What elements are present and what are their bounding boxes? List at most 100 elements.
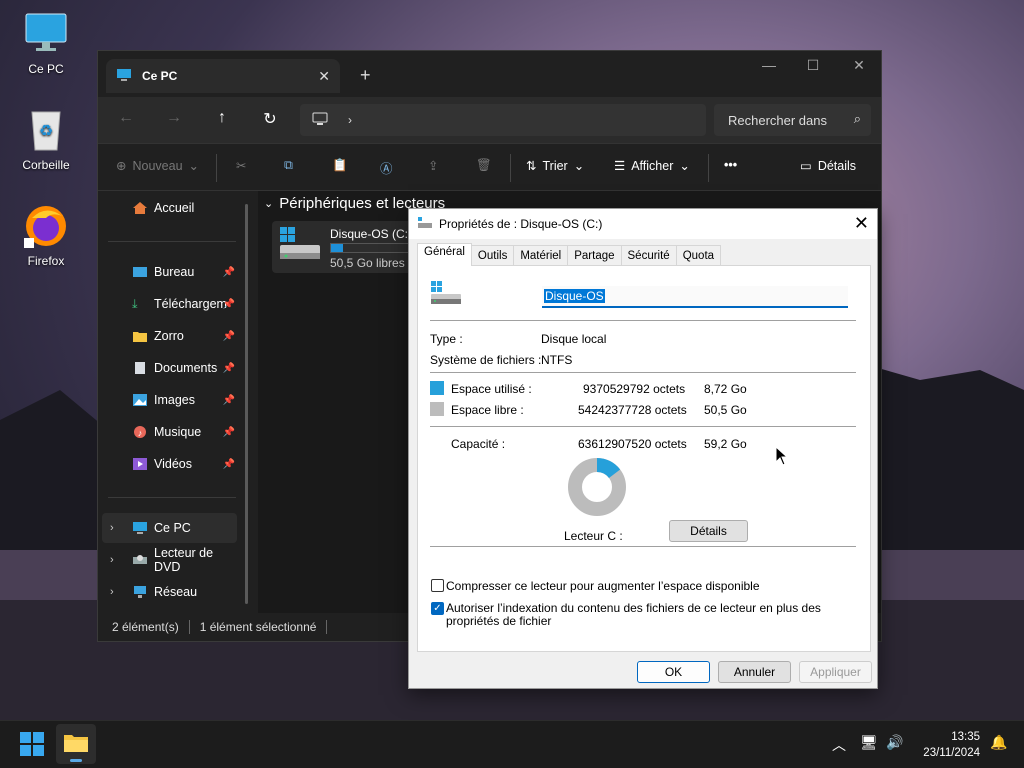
- desktop-icon-this-pc[interactable]: Ce PC: [6, 10, 86, 76]
- disk-usage-donut: [568, 458, 626, 516]
- sidebar-item-label: Lecteur de DVD: [154, 546, 214, 574]
- tab-this-pc[interactable]: Ce PC ✕: [106, 59, 340, 93]
- new-tab-button[interactable]: +: [360, 65, 371, 86]
- minimize-button[interactable]: —: [746, 57, 792, 73]
- sidebar-item-videos[interactable]: Vidéos 📌: [102, 449, 237, 479]
- hard-drive-icon: [417, 216, 433, 233]
- forward-button[interactable]: →: [160, 109, 188, 133]
- free-space-bytes: 54242377728 octets: [578, 403, 687, 417]
- desktop-icon-recycle-bin[interactable]: ♻ Corbeille: [6, 106, 86, 172]
- tab-quota[interactable]: Quota: [675, 245, 722, 266]
- title-bar: Ce PC ✕ + — ☐ ✕: [98, 51, 881, 97]
- drive-name: Disque-OS (C:): [330, 227, 413, 241]
- indexing-checkbox[interactable]: ✓: [431, 602, 444, 615]
- compress-checkbox[interactable]: [431, 579, 444, 592]
- chevron-right-icon[interactable]: ›: [110, 522, 114, 534]
- tab-tools[interactable]: Outils: [470, 245, 515, 266]
- pin-icon[interactable]: 📌: [223, 459, 235, 470]
- clock[interactable]: 13:35 23/11/2024: [923, 729, 980, 761]
- sidebar-item-this-pc[interactable]: › Ce PC: [102, 513, 237, 543]
- pin-icon[interactable]: 📌: [223, 363, 235, 374]
- apply-button[interactable]: Appliquer: [799, 661, 872, 683]
- drive-name-input[interactable]: Disque-OS: [542, 286, 848, 308]
- cancel-button[interactable]: Annuler: [718, 661, 791, 683]
- sidebar-item-network[interactable]: › Réseau: [102, 577, 237, 607]
- drive-tile-c[interactable]: Disque-OS (C:) 50,5 Go libres s: [272, 221, 414, 273]
- back-button[interactable]: ←: [112, 109, 140, 133]
- new-button[interactable]: ⊕ Nouveau ⌄: [116, 158, 199, 174]
- divider: [108, 241, 236, 242]
- volume-icon[interactable]: 🔊: [886, 734, 903, 751]
- more-options-button[interactable]: •••: [724, 158, 737, 172]
- rename-button[interactable]: Ⓐ: [380, 158, 393, 177]
- details-pane-button[interactable]: ▭ Détails: [800, 158, 857, 174]
- search-placeholder: Rechercher dans: [728, 112, 827, 128]
- details-pane-icon: ▭: [800, 159, 812, 173]
- sidebar-item-music[interactable]: ♪ Musique 📌: [102, 417, 237, 447]
- capacity-size: 59,2 Go: [704, 437, 747, 451]
- close-tab-icon[interactable]: ✕: [318, 68, 330, 85]
- used-space-label: Espace utilisé :: [451, 382, 532, 396]
- address-bar[interactable]: ›: [300, 104, 706, 136]
- cut-button[interactable]: ✂: [236, 158, 246, 173]
- chevron-right-icon[interactable]: ›: [348, 113, 352, 127]
- sidebar-item-zorro[interactable]: Zorro 📌: [102, 321, 237, 351]
- sidebar-item-dvd[interactable]: › Lecteur de DVD: [102, 545, 237, 575]
- chevron-right-icon[interactable]: ›: [110, 586, 114, 598]
- details-button[interactable]: Détails: [669, 520, 748, 542]
- pin-icon[interactable]: 📌: [223, 267, 235, 278]
- hard-drive-icon: [430, 280, 464, 311]
- dialog-tabs: Général Outils Matériel Partage Sécurité…: [417, 243, 722, 266]
- sidebar-scrollbar[interactable]: [245, 204, 248, 604]
- sort-button[interactable]: ⇅ Trier ⌄: [526, 158, 584, 174]
- sidebar-item-label: Ce PC: [154, 521, 191, 535]
- dialog-title: Propriétés de : Disque-OS (C:): [439, 217, 603, 231]
- file-explorer-taskbar-button[interactable]: [56, 724, 96, 764]
- show-hidden-icons-button[interactable]: ︿: [832, 735, 846, 755]
- sort-icon: ⇅: [526, 159, 537, 173]
- drive-name-value: Disque-OS: [544, 289, 605, 303]
- sidebar-item-home[interactable]: Accueil: [102, 193, 237, 223]
- tab-sharing[interactable]: Partage: [567, 245, 622, 266]
- ok-button[interactable]: OK: [637, 661, 710, 683]
- sidebar-item-label: Zorro: [154, 329, 184, 343]
- sidebar-item-label: Documents: [154, 361, 218, 375]
- start-button[interactable]: [20, 732, 44, 759]
- item-count: 2 élément(s): [112, 620, 179, 634]
- divider: [326, 620, 328, 634]
- recycle-bin-icon: ♻: [22, 106, 70, 154]
- sidebar-item-documents[interactable]: Documents 📌: [102, 353, 237, 383]
- clock-date: 23/11/2024: [923, 747, 980, 759]
- desktop-icon-firefox[interactable]: Firefox: [6, 202, 86, 268]
- navigation-pane: Accueil Bureau 📌 ⤓ Téléchargem 📌 Zorro 📌…: [98, 191, 256, 615]
- tab-security[interactable]: Sécurité: [620, 245, 677, 266]
- pin-icon[interactable]: 📌: [223, 427, 235, 438]
- tab-hardware[interactable]: Matériel: [513, 245, 569, 266]
- view-button[interactable]: ☰ Afficher ⌄: [614, 158, 690, 174]
- paste-button[interactable]: 📋: [332, 158, 348, 173]
- pin-icon[interactable]: 📌: [223, 331, 235, 342]
- pin-icon[interactable]: 📌: [223, 299, 235, 310]
- close-window-button[interactable]: ✕: [836, 57, 882, 74]
- sidebar-item-label: Images: [154, 393, 195, 407]
- delete-button[interactable]: 🗑: [476, 158, 492, 173]
- up-button[interactable]: ↑: [208, 109, 236, 133]
- tab-general[interactable]: Général: [417, 243, 472, 266]
- notifications-icon[interactable]: 🔔: [990, 734, 1007, 751]
- close-dialog-button[interactable]: ✕: [854, 213, 869, 234]
- chevron-right-icon[interactable]: ›: [110, 554, 114, 566]
- sidebar-item-downloads[interactable]: ⤓ Téléchargem 📌: [102, 289, 237, 319]
- details-label: Détails: [817, 158, 857, 173]
- properties-dialog: Propriétés de : Disque-OS (C:) ✕ Général…: [408, 208, 878, 689]
- network-icon[interactable]: 🖥: [860, 734, 878, 751]
- drive-usage-bar: [330, 243, 410, 253]
- used-space-size: 8,72 Go: [704, 382, 747, 396]
- pin-icon[interactable]: 📌: [223, 395, 235, 406]
- sidebar-item-desktop[interactable]: Bureau 📌: [102, 257, 237, 287]
- refresh-button[interactable]: ↻: [256, 109, 284, 133]
- copy-button[interactable]: ⧉: [284, 158, 293, 173]
- share-button[interactable]: ⇪: [428, 158, 438, 173]
- search-input[interactable]: Rechercher dans ⌕: [714, 104, 871, 136]
- maximize-button[interactable]: ☐: [790, 57, 836, 74]
- sidebar-item-images[interactable]: Images 📌: [102, 385, 237, 415]
